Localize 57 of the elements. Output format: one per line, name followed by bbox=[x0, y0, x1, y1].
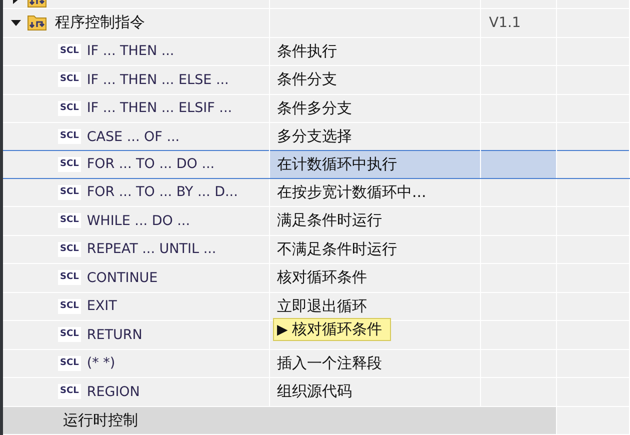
instruction-description: 不满足条件时运行 bbox=[277, 240, 397, 259]
instruction-row[interactable]: SCL CONTINUE 核对循环条件 bbox=[3, 264, 630, 292]
instruction-name: CASE ... OF ... bbox=[86, 128, 180, 145]
scl-icon: SCL bbox=[58, 72, 81, 88]
instruction-description: 在计数循环中执行 bbox=[277, 154, 397, 174]
instruction-name: IF ... THEN ... bbox=[86, 43, 174, 60]
instruction-row[interactable]: SCL IF ... THEN ... ELSIF ... 条件多分支 bbox=[3, 94, 630, 123]
instruction-name: CONTINUE bbox=[86, 270, 158, 286]
folder-icon bbox=[27, 14, 47, 32]
instruction-description: 条件多分支 bbox=[277, 98, 352, 118]
tooltip-text: 核对循环条件 bbox=[292, 320, 382, 339]
instruction-row[interactable]: SCL (* *) 插入一个注释段 bbox=[3, 350, 630, 378]
instruction-row[interactable]: SCL FOR ... TO ... DO ... 在计数循环中执行 bbox=[3, 150, 630, 178]
scl-icon: SCL bbox=[58, 384, 81, 400]
instruction-name: IF ... THEN ... ELSE ... bbox=[86, 72, 229, 88]
instruction-description: 满足条件时运行 bbox=[277, 211, 382, 230]
scl-icon: SCL bbox=[58, 327, 81, 342]
instruction-name: EXIT bbox=[86, 298, 117, 314]
instruction-row[interactable]: SCL IF ... THEN ... ELSE ... 条件分支 bbox=[3, 66, 630, 94]
version-text: V1.1 bbox=[488, 14, 521, 31]
instruction-description: 立即退出循环 bbox=[277, 296, 367, 316]
instruction-row[interactable]: SCL REPEAT ... UNTIL ... 不满足条件时运行 bbox=[3, 236, 630, 264]
scl-icon: SCL bbox=[58, 100, 81, 116]
instruction-description: 条件分支 bbox=[277, 70, 337, 90]
instruction-row[interactable]: SCL EXIT 立即退出循环 bbox=[3, 292, 630, 321]
instruction-description: 多分支选择 bbox=[277, 127, 352, 146]
instruction-name: WHILE ... DO ... bbox=[86, 212, 190, 229]
instruction-name: RETURN bbox=[86, 326, 142, 343]
scl-icon: SCL bbox=[58, 356, 81, 371]
scl-icon: SCL bbox=[58, 184, 81, 200]
instruction-name: FOR ... TO ... BY ... D... bbox=[86, 184, 238, 200]
folder-label: 程序控制指令 bbox=[55, 13, 145, 32]
instruction-name: REGION bbox=[86, 384, 140, 400]
instruction-description: 条件执行 bbox=[277, 42, 337, 61]
scl-icon: SCL bbox=[58, 129, 81, 144]
tree-row[interactable]: 程序控制指令 V1.1 bbox=[3, 9, 630, 38]
instruction-description: 组织源代码 bbox=[277, 382, 352, 402]
instruction-description: 核对循环条件 bbox=[277, 268, 367, 288]
instruction-name: (* *) bbox=[86, 355, 116, 372]
section-header[interactable]: 运行时控制 bbox=[3, 406, 557, 434]
expand-arrow-icon[interactable] bbox=[11, 18, 21, 28]
instruction-description: 插入一个注释段 bbox=[277, 354, 382, 373]
instruction-description: 在按步宽计数循环中... bbox=[277, 182, 426, 202]
scl-icon: SCL bbox=[58, 213, 81, 228]
play-marker: ▶ bbox=[277, 322, 288, 338]
instruction-row[interactable]: SCL FOR ... TO ... BY ... D... 在按步宽计数循环中... bbox=[3, 178, 630, 207]
instruction-name: REPEAT ... UNTIL ... bbox=[86, 241, 216, 258]
instruction-row[interactable]: SCL REGION 组织源代码 bbox=[3, 378, 630, 406]
instruction-row[interactable]: SCL IF ... THEN ... 条件执行 bbox=[3, 38, 630, 66]
instruction-row[interactable]: SCL WHILE ... DO ... 满足条件时运行 bbox=[3, 207, 630, 236]
scl-icon: SCL bbox=[58, 156, 81, 172]
scl-icon: SCL bbox=[58, 270, 81, 286]
instruction-name: FOR ... TO ... DO ... bbox=[86, 156, 215, 172]
scl-icon: SCL bbox=[58, 298, 81, 314]
instruction-name: IF ... THEN ... ELSIF ... bbox=[86, 100, 232, 116]
scl-icon: SCL bbox=[58, 44, 81, 59]
scl-icon: SCL bbox=[58, 242, 81, 257]
